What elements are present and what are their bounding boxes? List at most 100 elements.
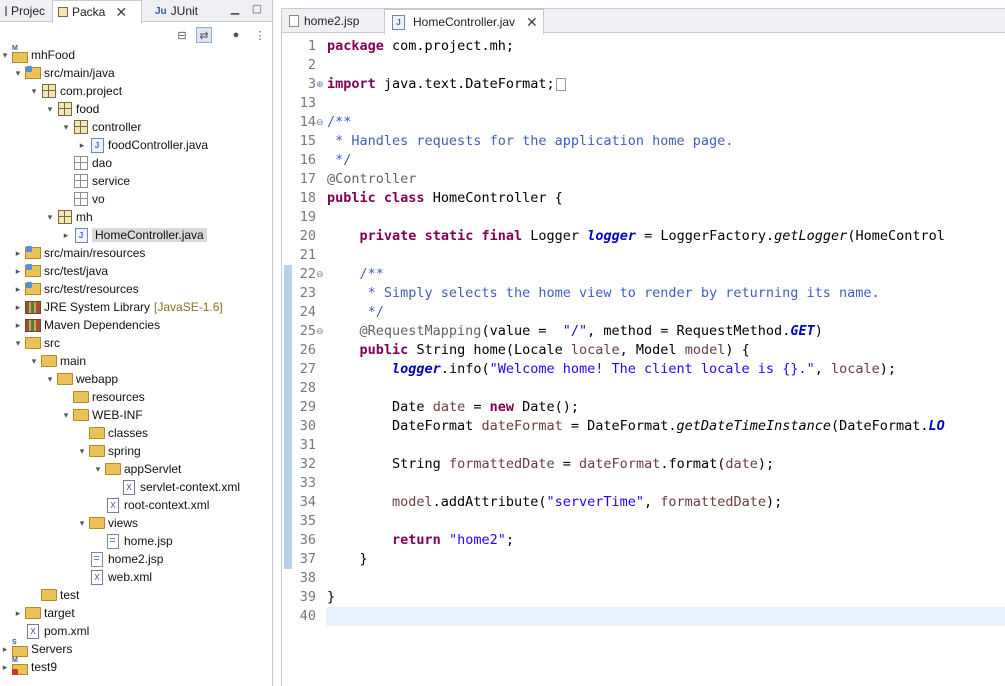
tree-item[interactable]: pom.xml — [0, 622, 89, 640]
code-line[interactable]: package com.project.mh; — [327, 37, 514, 56]
tree-item[interactable]: servlet-context.xml — [0, 478, 240, 496]
expanded-arrow-icon[interactable]: ▾ — [29, 86, 39, 97]
code-line[interactable]: return "home2"; — [327, 531, 514, 550]
collapse-all-icon[interactable]: ⊟ — [174, 27, 190, 43]
collapsed-arrow-icon[interactable]: ▸ — [13, 320, 23, 331]
expanded-arrow-icon[interactable]: ▾ — [29, 356, 39, 367]
editor-tab-home2-jsp[interactable]: home2.jsp — [282, 9, 382, 33]
code-area[interactable]: package com.project.mh; import java.text.… — [326, 34, 1005, 686]
code-line[interactable]: String formattedDate = dateFormat.format… — [327, 455, 774, 474]
expanded-arrow-icon[interactable]: ▾ — [77, 446, 87, 457]
collapsed-arrow-icon[interactable]: ▸ — [13, 284, 23, 295]
code-line[interactable]: DateFormat dateFormat = DateFormat.getDa… — [327, 417, 945, 436]
tree-item[interactable]: root-context.xml — [0, 496, 209, 514]
tree-item[interactable]: ▾ src — [0, 334, 60, 352]
tree-item[interactable]: ▸ test9 — [0, 657, 57, 676]
tree-item[interactable]: ▸ JRE System Library [JavaSE-1.6] — [0, 298, 223, 316]
tree-item[interactable]: ▸ Maven Dependencies — [0, 316, 160, 334]
tree-item[interactable]: web.xml — [0, 568, 152, 586]
tab-project-explorer[interactable]: Projec — [0, 0, 50, 22]
expanded-arrow-icon[interactable]: ▾ — [93, 464, 103, 475]
collapsed-arrow-icon[interactable]: ▸ — [13, 608, 23, 619]
tree-item[interactable]: ▾ WEB-INF — [0, 406, 143, 424]
tree-item[interactable]: ▾ spring — [0, 442, 141, 460]
collapsed-arrow-icon[interactable]: ▸ — [61, 230, 71, 241]
tree-item[interactable]: ▾ food — [0, 100, 100, 118]
view-menu-icon[interactable]: ⋮ — [252, 27, 268, 43]
code-line[interactable]: /** — [327, 113, 351, 132]
collapse-fold-icon[interactable]: ⊖ — [316, 322, 325, 341]
code-line[interactable]: private static final Logger logger = Log… — [327, 227, 945, 246]
code-line[interactable]: * Handles requests for the application h… — [327, 132, 733, 151]
code-line[interactable]: model.addAttribute("serverTime", formatt… — [327, 493, 782, 512]
focus-on-active-task-icon[interactable]: ● — [228, 27, 244, 43]
folded-region-icon[interactable] — [555, 77, 566, 91]
tree-item[interactable]: resources — [0, 388, 145, 406]
code-line[interactable]: public String home(Locale locale, Model … — [327, 341, 750, 360]
tree-item[interactable]: ▾ appServlet — [0, 460, 182, 478]
expand-fold-icon[interactable]: ⊕ — [316, 75, 325, 94]
tree-item[interactable]: ▾ mhFood — [0, 45, 75, 64]
expanded-arrow-icon[interactable]: ▾ — [0, 50, 10, 61]
expanded-arrow-icon[interactable]: ▾ — [13, 338, 23, 349]
tree-item[interactable]: classes — [0, 424, 148, 442]
tab-junit[interactable]: Ju JUnit — [150, 0, 208, 22]
tree-item[interactable]: home.jsp — [0, 532, 173, 550]
tree-item[interactable]: ▸ src/main/resources — [0, 244, 145, 262]
code-line[interactable]: */ — [327, 151, 351, 170]
close-icon[interactable]: ✕ — [115, 5, 127, 19]
editor-tab-homecontroller[interactable]: HomeController.jav ✕ — [384, 9, 544, 34]
collapsed-arrow-icon[interactable]: ▸ — [13, 266, 23, 277]
collapsed-arrow-icon[interactable]: ▸ — [13, 248, 23, 259]
tree-item[interactable]: ▸ HomeController.java — [0, 226, 207, 244]
tree-item[interactable]: ▸ foodController.java — [0, 136, 208, 154]
tree-item[interactable]: ▸ Servers — [0, 639, 73, 658]
tree-item[interactable]: ▾ mh — [0, 208, 93, 226]
code-line[interactable]: @RequestMapping(value = "/", method = Re… — [327, 322, 823, 341]
code-line[interactable] — [326, 607, 1005, 626]
link-with-editor-icon[interactable]: ⇄ — [196, 27, 212, 43]
code-line[interactable]: import java.text.DateFormat; — [327, 75, 566, 94]
code-line[interactable]: public class HomeController { — [327, 189, 563, 208]
collapsed-arrow-icon[interactable]: ▸ — [13, 302, 23, 313]
tree-item[interactable]: vo — [0, 190, 105, 208]
tree-item[interactable]: dao — [0, 154, 112, 172]
code-line[interactable]: * Simply selects the home view to render… — [327, 284, 880, 303]
tree-item[interactable]: ▾ src/main/java — [0, 64, 115, 82]
tree-item[interactable]: ▸ target — [0, 604, 75, 622]
tree-item[interactable]: ▾ main — [0, 352, 86, 370]
code-line[interactable]: @Controller — [327, 170, 416, 189]
code-token: (DateFormat. — [830, 418, 929, 434]
tree-item[interactable]: home2.jsp — [0, 550, 163, 568]
tree-item[interactable]: test — [0, 586, 79, 604]
tree-item[interactable]: ▸ src/test/java — [0, 262, 108, 280]
code-line[interactable]: } — [327, 550, 368, 569]
expanded-arrow-icon[interactable]: ▾ — [77, 518, 87, 529]
tree-item[interactable]: ▸ src/test/resources — [0, 280, 139, 298]
collapse-fold-icon[interactable]: ⊖ — [316, 265, 325, 284]
expanded-arrow-icon[interactable]: ▾ — [45, 104, 55, 115]
code-line[interactable]: */ — [327, 303, 384, 322]
collapsed-arrow-icon[interactable]: ▸ — [0, 662, 10, 673]
expanded-arrow-icon[interactable]: ▾ — [61, 410, 71, 421]
maximize-icon[interactable]: ▢ — [250, 3, 264, 17]
expanded-arrow-icon[interactable]: ▾ — [61, 122, 71, 133]
code-line[interactable]: /** — [327, 265, 384, 284]
tree-item[interactable]: ▾ webapp — [0, 370, 118, 388]
expanded-arrow-icon[interactable]: ▾ — [45, 212, 55, 223]
collapse-fold-icon[interactable]: ⊖ — [316, 113, 325, 132]
tree-item[interactable]: ▾ views — [0, 514, 138, 532]
tree-item[interactable]: ▾ controller — [0, 118, 142, 136]
collapsed-arrow-icon[interactable]: ▸ — [77, 140, 87, 151]
code-line[interactable]: Date date = new Date(); — [327, 398, 579, 417]
tree-item[interactable]: service — [0, 172, 130, 190]
code-line[interactable]: logger.info("Welcome home! The client lo… — [327, 360, 896, 379]
code-line[interactable]: } — [327, 588, 335, 607]
minimize-icon[interactable]: ▁ — [228, 3, 242, 17]
tab-package-explorer[interactable]: Packa ✕ — [52, 0, 142, 23]
tree-item[interactable]: ▾ com.project — [0, 82, 122, 100]
expanded-arrow-icon[interactable]: ▾ — [45, 374, 55, 385]
close-icon[interactable]: ✕ — [526, 15, 538, 29]
expanded-arrow-icon[interactable]: ▾ — [13, 68, 23, 79]
collapsed-arrow-icon[interactable]: ▸ — [0, 644, 10, 655]
